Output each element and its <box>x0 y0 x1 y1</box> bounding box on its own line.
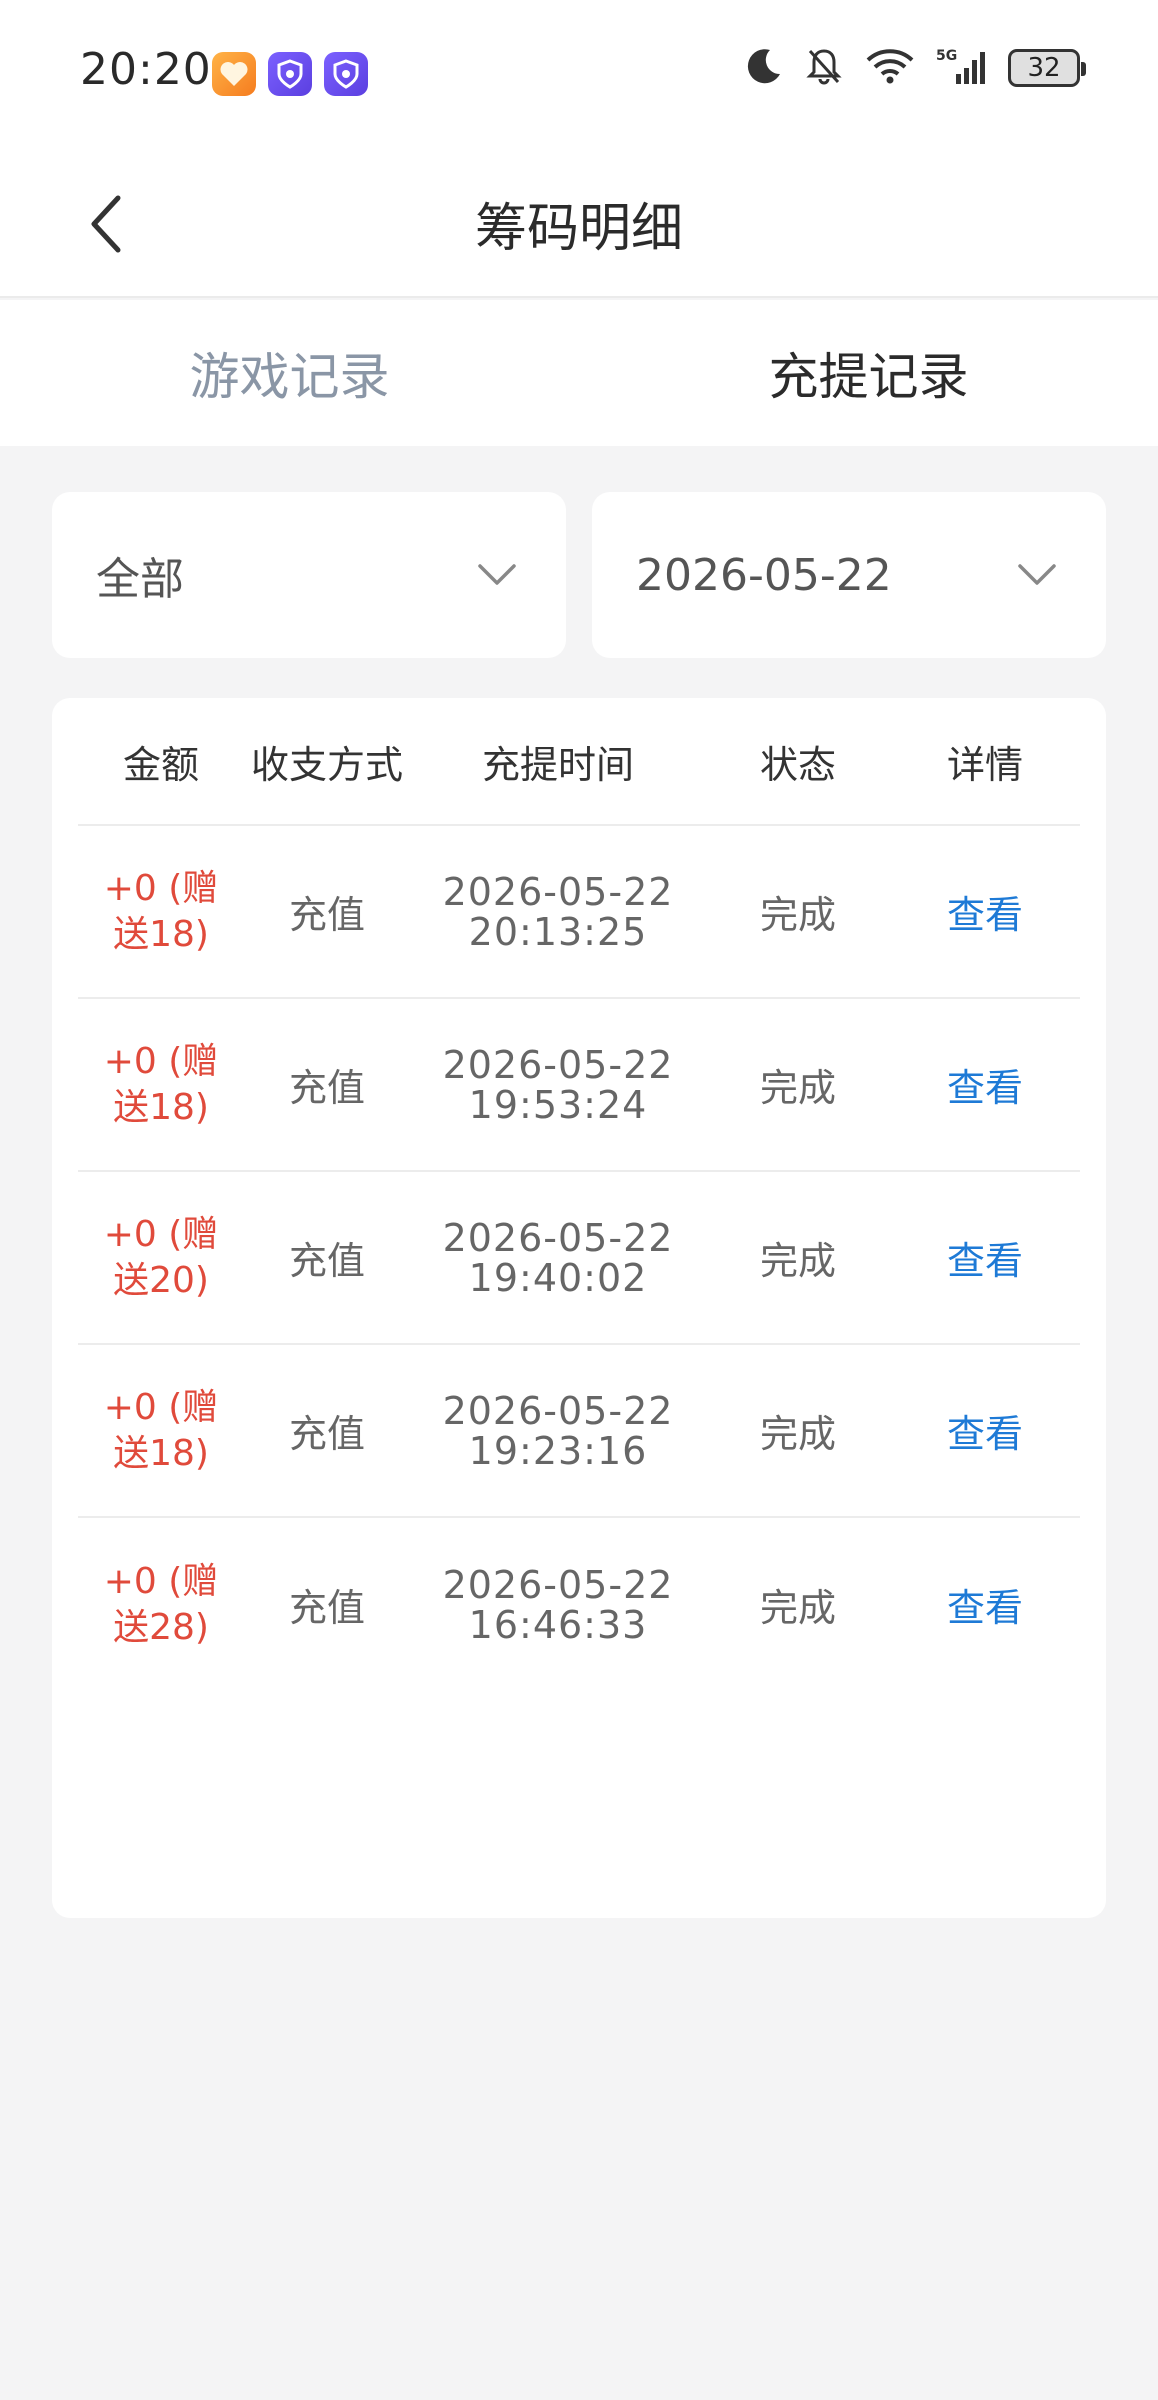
view-detail-link[interactable]: 查看 <box>890 1403 1080 1458</box>
row-amount-line2: 送20) <box>113 1259 209 1301</box>
row-status: 完成 <box>759 1239 836 1283</box>
row-clock: 20:13:25 <box>468 909 648 954</box>
row-amount-line2: 送18) <box>113 1432 209 1474</box>
row-status: 完成 <box>759 1412 836 1456</box>
tab-game-records[interactable]: 游戏记录 <box>0 300 579 446</box>
header-status: 状态 <box>759 742 836 787</box>
table-row: +0 (赠 送20) 充值 2026-05-22 19:40:02 完成 查看 <box>78 1172 1080 1345</box>
row-method: 充值 <box>288 1586 365 1630</box>
header-method: 收支方式 <box>250 742 403 787</box>
heart-app-icon <box>212 52 256 96</box>
row-date: 2026-05-22 <box>442 1388 674 1433</box>
row-amount-line2: 送18) <box>113 1086 209 1128</box>
table-header: 金额 收支方式 充提时间 状态 详情 <box>78 698 1080 826</box>
shield-app-icon <box>324 52 368 96</box>
row-time: 2026-05-22 20:13:25 <box>410 872 706 952</box>
row-amount: +0 (赠 送18) <box>78 1039 244 1131</box>
table-row: +0 (赠 送18) 充值 2026-05-22 19:53:24 完成 查看 <box>78 999 1080 1172</box>
row-status: 完成 <box>759 1066 836 1110</box>
status-bar: 20:20 5G 32 <box>0 0 1158 148</box>
row-method: 充值 <box>288 1066 365 1110</box>
page-title: 筹码明细 <box>474 199 683 259</box>
view-detail-link[interactable]: 查看 <box>890 1057 1080 1112</box>
view-detail-link[interactable]: 查看 <box>890 1230 1080 1285</box>
row-time: 2026-05-22 19:23:16 <box>410 1391 706 1471</box>
type-filter-dropdown[interactable]: 全部 <box>52 492 566 658</box>
row-amount: +0 (赠 送18) <box>78 1385 244 1477</box>
row-amount: +0 (赠 送18) <box>78 866 244 958</box>
row-status: 完成 <box>759 1586 836 1630</box>
header-time: 充提时间 <box>481 742 634 787</box>
records-table: 金额 收支方式 充提时间 状态 详情 +0 (赠 送18) 充值 2026-05… <box>52 698 1106 1918</box>
row-time: 2026-05-22 19:53:24 <box>410 1045 706 1125</box>
type-filter-value: 全部 <box>96 554 184 605</box>
row-clock: 19:23:16 <box>468 1428 648 1473</box>
row-time: 2026-05-22 19:40:02 <box>410 1218 706 1298</box>
table-body: +0 (赠 送18) 充值 2026-05-22 20:13:25 完成 查看 … <box>78 826 1080 1691</box>
row-amount-line1: +0 (赠 <box>103 1560 219 1602</box>
svg-text:5G: 5G <box>936 48 957 64</box>
chevron-down-icon <box>1012 550 1062 600</box>
row-date: 2026-05-22 <box>442 1562 674 1607</box>
date-filter-dropdown[interactable]: 2026-05-22 <box>592 492 1106 658</box>
status-time: 20:20 <box>80 44 212 95</box>
chevron-down-icon <box>472 550 522 600</box>
row-date: 2026-05-22 <box>442 1042 674 1087</box>
row-clock: 19:40:02 <box>468 1255 648 1300</box>
row-amount-line2: 送28) <box>113 1606 209 1648</box>
tab-deposit-withdraw-records[interactable]: 充提记录 <box>579 300 1158 446</box>
row-amount-line1: +0 (赠 <box>103 1386 219 1428</box>
row-time: 2026-05-22 16:46:33 <box>410 1565 706 1645</box>
view-detail-link[interactable]: 查看 <box>890 1577 1080 1632</box>
row-clock: 19:53:24 <box>468 1082 648 1127</box>
row-status: 完成 <box>759 893 836 937</box>
row-amount-line1: +0 (赠 <box>103 1213 219 1255</box>
row-method: 充值 <box>288 893 365 937</box>
row-date: 2026-05-22 <box>442 869 674 914</box>
row-method: 充值 <box>288 1412 365 1456</box>
wifi-icon <box>864 46 916 90</box>
row-amount: +0 (赠 送28) <box>78 1559 244 1651</box>
shield-app-icon <box>268 52 312 96</box>
view-detail-link[interactable]: 查看 <box>890 884 1080 939</box>
status-app-icons <box>212 52 368 96</box>
row-amount-line1: +0 (赠 <box>103 867 219 909</box>
row-amount-line1: +0 (赠 <box>103 1040 219 1082</box>
table-row: +0 (赠 送28) 充值 2026-05-22 16:46:33 完成 查看 <box>78 1518 1080 1691</box>
record-tabs: 游戏记录 充提记录 <box>0 300 1158 446</box>
header-amount: 金额 <box>122 742 199 787</box>
moon-icon <box>744 46 784 90</box>
row-clock: 16:46:33 <box>468 1602 648 1647</box>
row-amount: +0 (赠 送20) <box>78 1212 244 1304</box>
table-row: +0 (赠 送18) 充值 2026-05-22 20:13:25 完成 查看 <box>78 826 1080 999</box>
signal-5g-icon: 5G <box>936 46 988 90</box>
row-method: 充值 <box>288 1239 365 1283</box>
bell-off-icon <box>804 46 844 90</box>
battery-icon: 32 <box>1008 49 1086 87</box>
table-row: +0 (赠 送18) 充值 2026-05-22 19:23:16 完成 查看 <box>78 1345 1080 1518</box>
row-amount-line2: 送18) <box>113 913 209 955</box>
status-indicators: 5G 32 <box>744 46 1086 90</box>
header-detail: 详情 <box>946 742 1023 787</box>
row-date: 2026-05-22 <box>442 1215 674 1260</box>
nav-header: 筹码明细 <box>0 148 1158 298</box>
date-filter-value: 2026-05-22 <box>636 549 892 601</box>
battery-level: 32 <box>1027 53 1061 83</box>
